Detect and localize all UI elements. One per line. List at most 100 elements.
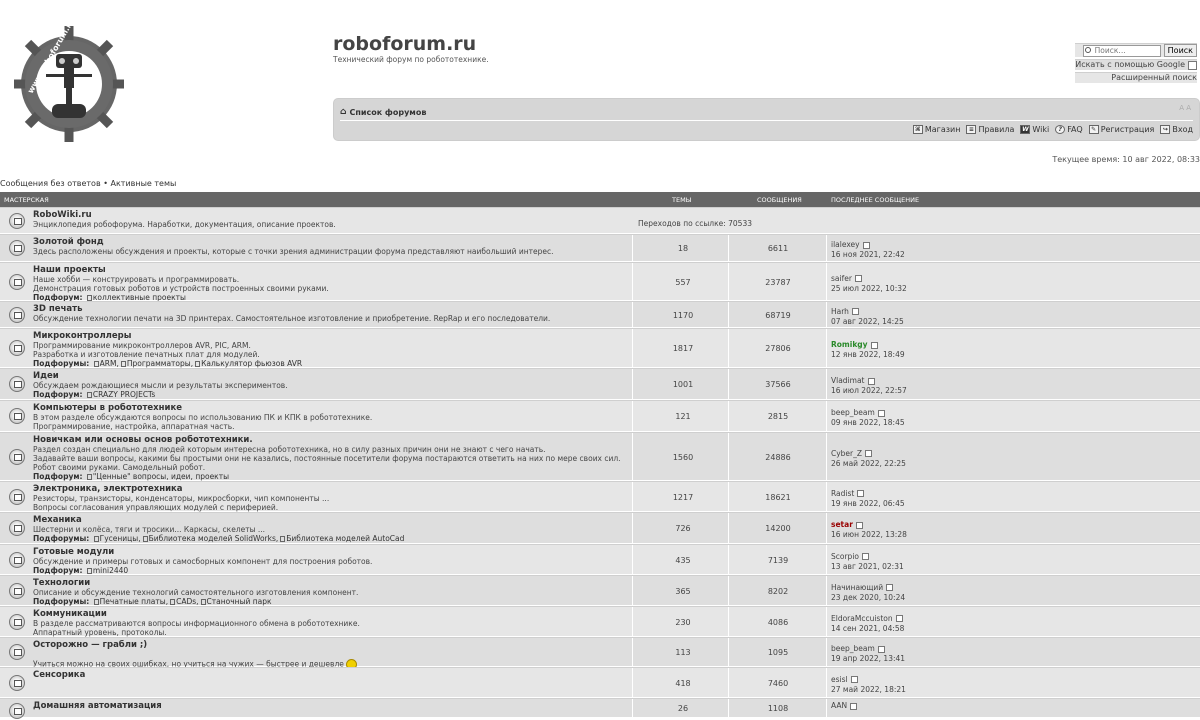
subforum-icon [120,361,126,367]
font-size-control[interactable]: A A [1179,104,1191,112]
forum-row: Компьютеры в робототехнике В этом разделе… [0,400,1200,440]
goto-post-icon[interactable] [850,702,858,710]
forum-title[interactable]: Готовые модули [33,548,372,557]
forum-description: Робот своими руками. Самодельный робот. [33,463,206,472]
forum-description: Программирование микроконтроллеров AVR, … [33,341,251,350]
goto-post-icon[interactable] [877,645,885,653]
forum-title[interactable]: Электроника, электротехника [33,485,329,494]
breadcrumb[interactable]: ⌂ Список форумов [340,107,426,117]
forum-status-icon [9,408,25,424]
last-post: esisl 27 май 2022, 18:21 [831,675,906,695]
navbar-divider [340,120,1193,121]
header-category[interactable]: Мастерская [4,196,49,204]
goto-post-icon[interactable] [854,275,862,282]
forum-description: Раздел создан специально для людей котор… [33,445,546,454]
site-title[interactable]: roboforum.ru [333,33,476,55]
goto-post-icon[interactable] [850,676,858,683]
last-post-user[interactable]: esisl [831,675,848,684]
goto-post-icon[interactable] [870,341,878,349]
nav-link-login[interactable]: ↪ Вход [1160,125,1193,134]
subforum-link[interactable]: CADs [176,597,196,606]
breadcrumb-label[interactable]: Список форумов [349,108,426,117]
goto-post-icon[interactable] [855,521,863,529]
advanced-search-link[interactable]: Расширенный поиск [1111,73,1197,83]
last-post-user[interactable]: AAN [831,701,847,710]
last-post-user[interactable]: Начинающий [831,583,883,592]
forum-title[interactable]: Технологии [33,579,358,588]
last-post-user[interactable]: Scorpio [831,552,859,561]
last-post: Radist 19 янв 2022, 06:45 [831,489,905,509]
forum-row: Наши проекты Наше хобби — конструировать … [0,262,1200,302]
forum-title[interactable]: Идеи [33,372,288,381]
forum-description: Программирование, настройка, аппаратная … [33,422,235,431]
last-post-date: 27 май 2022, 18:21 [831,684,906,694]
forum-title[interactable]: RoboWiki.ru [33,211,336,220]
subforum-link[interactable]: Калькулятор фьюзов AVR [201,359,302,368]
last-post-user[interactable]: beep_beam [831,644,875,653]
forum-info: Осторожно — грабли ;) Учиться можно на св… [33,641,357,670]
goto-post-icon[interactable] [886,584,894,591]
goto-post-icon[interactable] [862,553,869,560]
nav-link-faq[interactable]: ? FAQ [1055,125,1083,134]
last-post-user[interactable]: Romikgy [831,340,868,349]
nav-link-shop[interactable]: ⌘ Магазин [912,125,960,134]
forum-title[interactable]: Золотой фонд [33,238,553,247]
last-post-user[interactable]: ilalexey [831,240,860,249]
nav-link-register[interactable]: ✎ Регистрация [1088,125,1154,134]
forum-title[interactable]: Новичкам или основы основ робототехники. [33,436,621,445]
subforum-link[interactable]: Библиотека моделей SolidWorks [149,534,276,543]
goto-post-icon[interactable] [857,490,865,497]
goto-post-icon[interactable] [877,409,885,417]
last-post-user[interactable]: EldoraMccuiston [831,614,893,623]
last-post-date: 16 июн 2022, 13:28 [831,530,907,539]
search-input[interactable] [1082,44,1161,57]
goto-post-icon[interactable] [867,377,875,385]
nav-link-rules[interactable]: ≡ Правила [966,125,1014,134]
forum-title[interactable]: 3D печать [33,305,550,314]
forum-description: Обсуждаем рождающиеся мысли и результаты… [33,381,288,390]
google-search-checkbox[interactable] [1188,60,1197,70]
nav-link-wiki[interactable]: W Wiki [1020,125,1049,134]
forum-row: Золотой фонд Здесь расположены обсуждения… [0,234,1200,262]
forum-title[interactable]: Осторожно — грабли ;) [33,641,357,650]
forum-title[interactable]: Компьютеры в робототехнике [33,404,372,413]
forum-title[interactable]: Микроконтроллеры [33,332,302,341]
topics-count: 1001 [672,380,694,389]
topics-count: 230 [675,617,691,627]
last-post-user[interactable]: Vladimat [831,376,865,385]
last-post-user[interactable]: setar [831,520,853,529]
last-post-user[interactable]: beep_beam [831,408,875,417]
subforum-link[interactable]: Печатные платы [100,597,166,606]
subforum-link[interactable]: Гусеницы [100,534,139,543]
forum-title[interactable]: Домашняя автоматизация [33,702,162,711]
subforums: Подфорумы: Печатные платы, CADs, Станочный… [33,597,272,606]
forum-title[interactable]: Коммуникации [33,610,360,619]
goto-post-icon[interactable] [865,450,873,457]
active-topics-link[interactable]: Активные темы [110,179,176,188]
forum-title[interactable]: Наши проекты [33,266,329,275]
last-post-user[interactable]: saifer [831,274,852,283]
forum-info: Золотой фонд Здесь расположены обсуждения… [33,238,553,257]
last-post-user[interactable]: Radist [831,489,854,498]
subforum-link[interactable]: mini2440 [93,566,128,575]
last-post-user[interactable]: Harh [831,307,849,316]
subforum-link[interactable]: Программаторы [127,359,191,368]
goto-post-icon[interactable] [851,308,859,315]
subforum-link[interactable]: CRAZY PROJECTs [93,390,155,399]
forum-title[interactable]: Сенсорика [33,671,182,680]
subforum-link[interactable]: Станочный парк [207,597,272,606]
last-post: Harh 07 авг 2022, 14:25 [831,307,904,327]
goto-post-icon[interactable] [895,615,903,622]
goto-post-icon[interactable] [862,241,870,249]
topics-count: 18 [677,244,689,253]
search-button[interactable]: Поиск [1163,44,1197,57]
subforum-link[interactable]: Библиотека моделей AutoCad [286,534,404,543]
forum-row: Электроника, электротехника Резисторы, тр… [0,481,1200,512]
site-logo[interactable]: www.roboforum.ru [11,17,127,144]
subforum-link[interactable]: ARM [100,359,117,368]
subforum-link[interactable]: "Ценные" вопросы, идеи, проекты [93,472,229,481]
unanswered-link[interactable]: Сообщения без ответов [0,179,101,188]
forum-title[interactable]: Механика [33,516,404,525]
topics-count: 26 [677,704,689,713]
last-post-user[interactable]: Cyber_Z [831,449,862,458]
